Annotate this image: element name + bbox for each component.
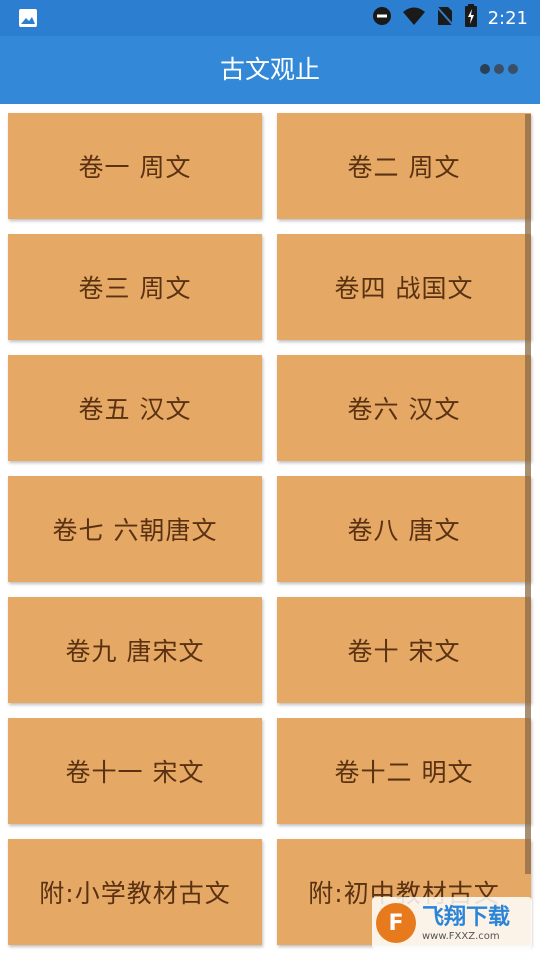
volume-button-9[interactable]: 卷九 唐宋文	[8, 597, 262, 703]
volume-grid: 卷一 周文 卷二 周文 卷三 周文 卷四 战国文 卷五 汉文 卷六 汉文 卷七 …	[0, 104, 540, 960]
status-bar: 2:21	[0, 0, 540, 36]
clock: 2:21	[487, 7, 528, 29]
scrollbar[interactable]	[525, 114, 531, 874]
watermark: F 飞翔下载 www.FXXZ.com	[372, 897, 532, 949]
app-bar: 古文观止	[0, 36, 540, 104]
volume-button-3[interactable]: 卷三 周文	[8, 234, 262, 340]
page-title: 古文观止	[219, 55, 320, 84]
volume-button-6[interactable]: 卷六 汉文	[277, 355, 531, 461]
volume-button-7[interactable]: 卷七 六朝唐文	[8, 476, 262, 582]
watermark-brand: 飞翔下载	[422, 904, 511, 930]
volume-button-10[interactable]: 卷十 宋文	[277, 597, 531, 703]
volume-button-5[interactable]: 卷五 汉文	[8, 355, 262, 461]
volume-button-11[interactable]: 卷十一 宋文	[8, 718, 262, 824]
volume-button-4[interactable]: 卷四 战国文	[277, 234, 531, 340]
volume-button-1[interactable]: 卷一 周文	[8, 113, 262, 219]
watermark-url: www.FXXZ.com	[422, 930, 500, 942]
dnd-icon	[372, 6, 392, 30]
more-dots-icon[interactable]	[480, 64, 518, 74]
appendix-button-primary[interactable]: 附:小学教材古文	[8, 839, 262, 945]
volume-button-12[interactable]: 卷十二 明文	[277, 718, 531, 824]
wifi-icon	[402, 6, 426, 30]
image-icon	[18, 8, 38, 28]
volume-button-8[interactable]: 卷八 唐文	[277, 476, 531, 582]
volume-button-2[interactable]: 卷二 周文	[277, 113, 531, 219]
watermark-logo-icon: F	[376, 903, 416, 943]
battery-charging-icon	[464, 4, 478, 32]
no-sim-icon	[435, 5, 454, 31]
